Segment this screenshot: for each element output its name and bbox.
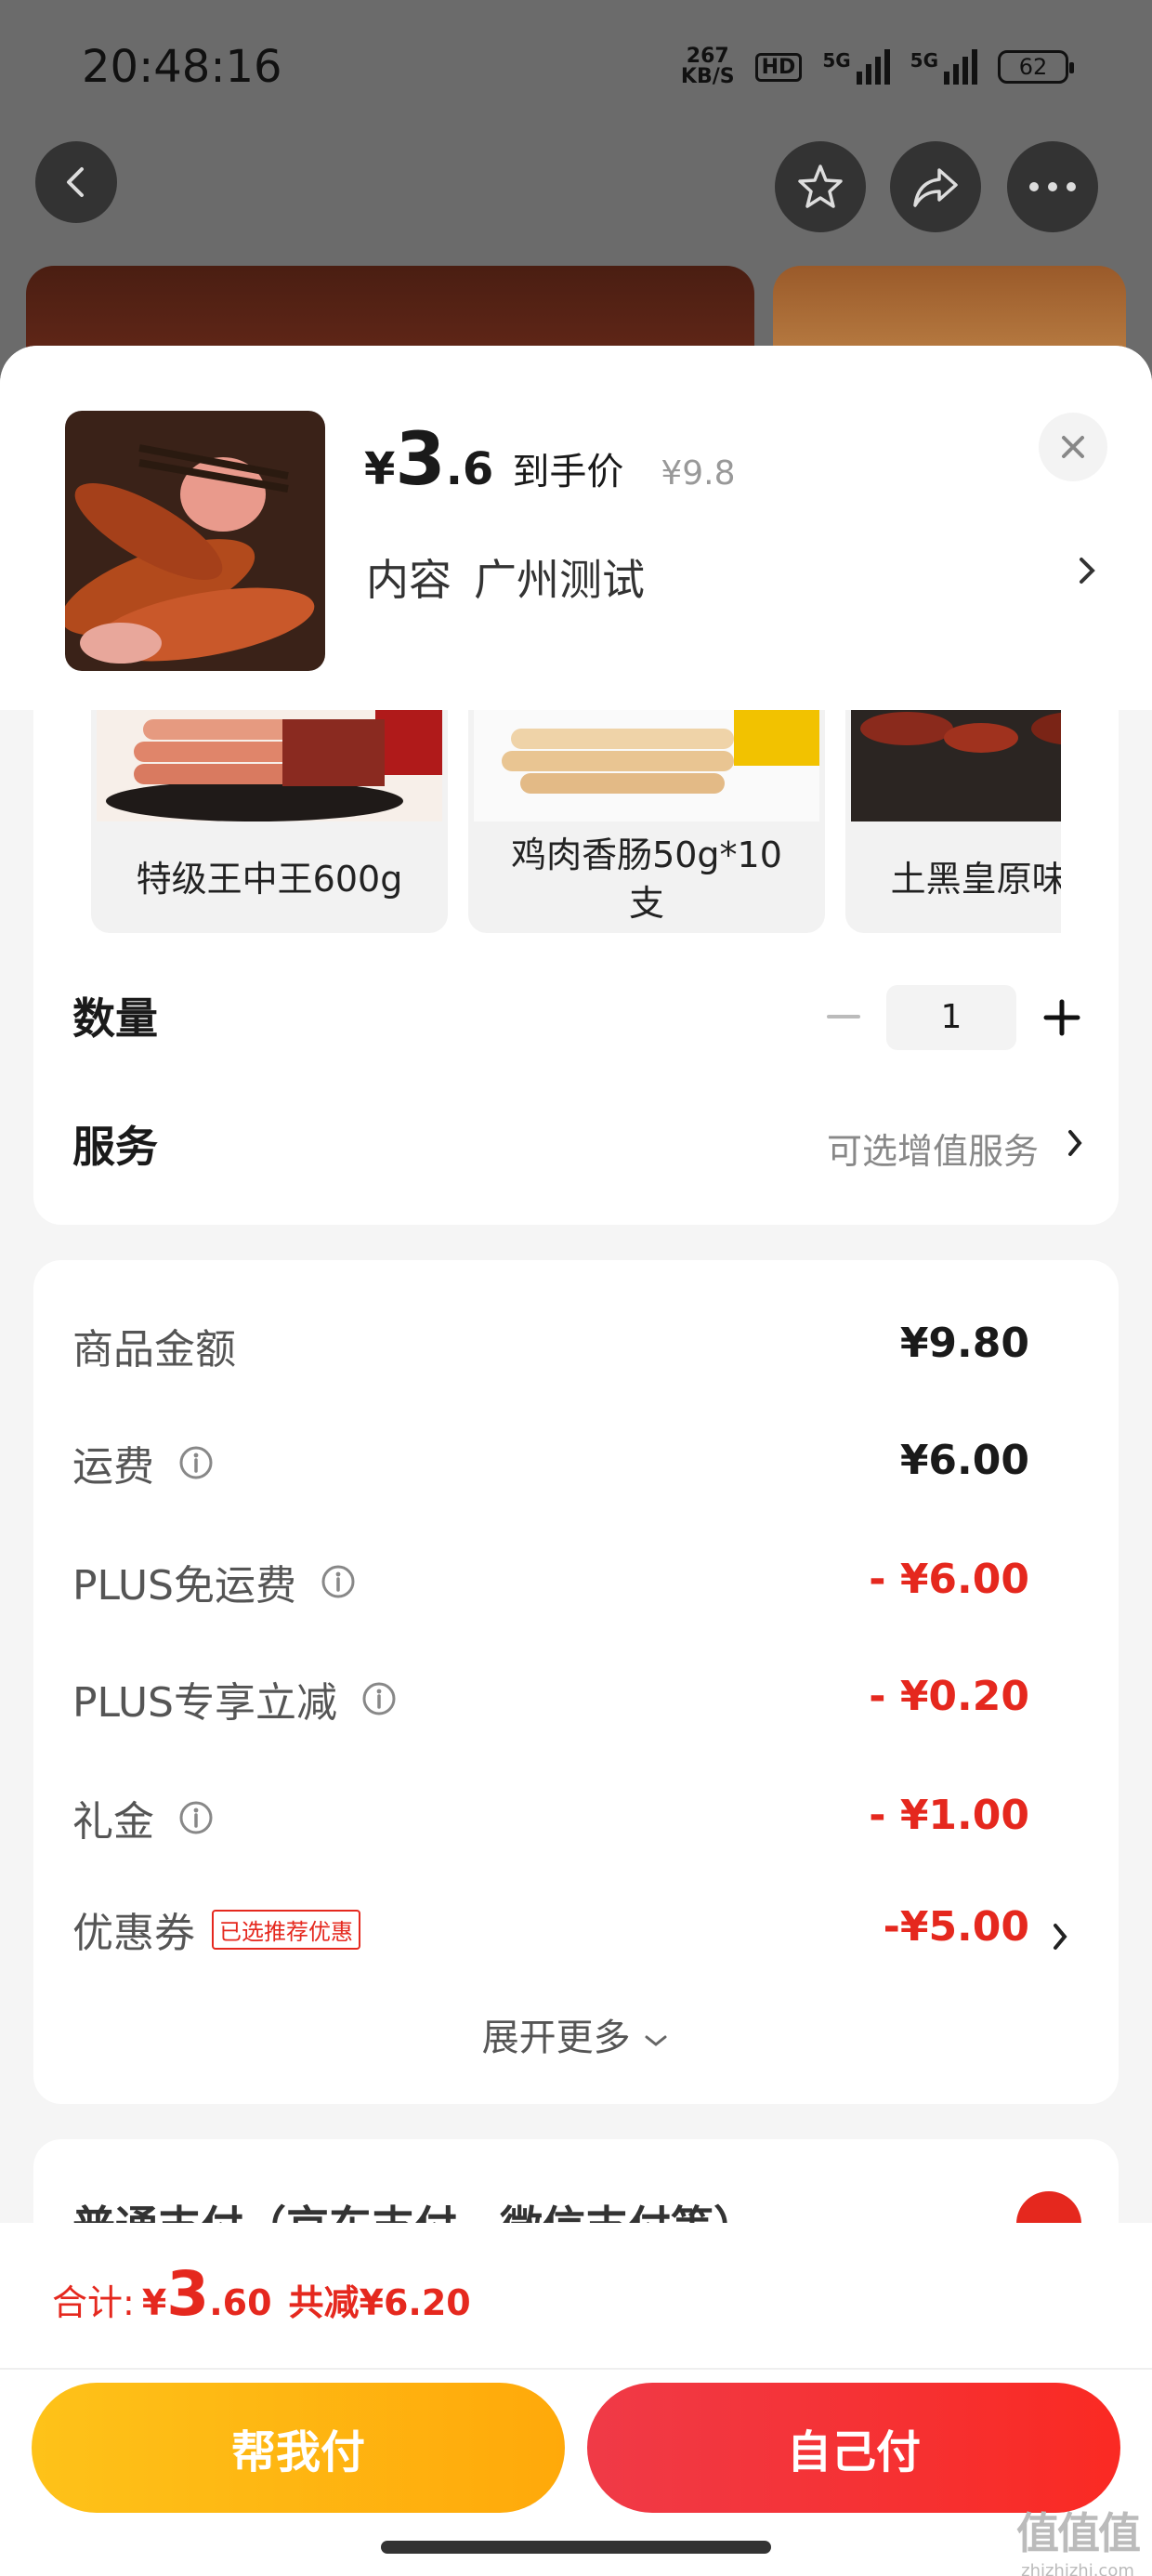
address-value: 广州测试 (474, 555, 645, 605)
fee-value: - ¥0.20 (869, 1673, 1029, 1720)
fee-value: ¥9.80 (899, 1320, 1029, 1367)
info-icon[interactable] (361, 1681, 397, 1716)
chevron-left-icon (67, 167, 84, 197)
fee-row: PLUS专享立减 - ¥0.20 (72, 1669, 1029, 1734)
chevron-down-icon (645, 2035, 667, 2046)
price-decimal: .6 (445, 443, 494, 495)
share-button[interactable] (890, 141, 981, 232)
price-tag: 到手价 (512, 451, 624, 493)
plus-icon[interactable] (1039, 994, 1085, 1041)
fee-label: 优惠券 (72, 1910, 195, 1957)
divider (0, 2368, 1152, 2370)
service-label: 服务 (72, 1122, 158, 1172)
net-speed-unit: KB/S (680, 65, 735, 88)
star-icon (798, 164, 843, 208)
watermark-logo: 值值值 (1016, 2508, 1141, 2558)
status-icons: 267 KB/S HD 5G 5G 62 (681, 46, 1074, 87)
self-pay-button[interactable]: 自己付 (587, 2383, 1120, 2513)
coupon-row[interactable]: 优惠券 已选推荐优惠 -¥5.00 (72, 1899, 1029, 1965)
more-button[interactable] (1007, 141, 1098, 232)
variant-label: 土黑皇原味360g (890, 859, 1061, 900)
fee-value: -¥5.00 (883, 1903, 1029, 1951)
original-price: ¥9.8 (661, 454, 736, 493)
fee-label: 礼金 (72, 1798, 154, 1846)
quantity-stepper[interactable]: 1 (886, 985, 1016, 1050)
fee-label: 商品金额 (72, 1326, 236, 1373)
chevron-right-icon (1068, 1130, 1082, 1156)
close-button[interactable] (1039, 413, 1107, 481)
fee-label: 运费 (72, 1443, 154, 1491)
fee-value: ¥6.00 (899, 1437, 1029, 1484)
fee-row: 商品金额 ¥9.80 (72, 1316, 1029, 1381)
service-row[interactable]: 服务 可选增值服务 (72, 1113, 1085, 1178)
back-button[interactable] (35, 141, 117, 223)
variant-image (474, 710, 819, 821)
service-hint: 可选增值服务 (826, 1131, 1039, 1172)
net-speed: 267 KB/S (681, 46, 735, 87)
price-row: ¥ 3 .6 到手价 ¥9.8 (364, 418, 735, 502)
signal-label-2: 5G (910, 49, 938, 72)
fee-row: 礼金 - ¥1.00 (72, 1788, 1029, 1853)
fee-value: - ¥6.00 (869, 1556, 1029, 1603)
total-integer: 3 (166, 2258, 210, 2330)
price-currency: ¥ (364, 443, 396, 495)
quantity-row: 数量 1 (72, 985, 1085, 1052)
battery-icon: 62 (998, 50, 1074, 84)
favorite-button[interactable] (775, 141, 866, 232)
variant-label: 鸡肉香肠50g*10支 (511, 835, 782, 924)
expand-label: 展开更多 (481, 2017, 631, 2059)
quantity-label: 数量 (72, 993, 158, 1044)
expand-more-button[interactable]: 展开更多 (0, 2007, 1152, 2061)
close-icon (1062, 436, 1084, 458)
variant-item[interactable]: 特级王中王600g (91, 710, 448, 933)
signal-label: 5G (822, 49, 851, 72)
help-pay-button[interactable]: 帮我付 (32, 2383, 565, 2513)
chevron-right-icon (1080, 558, 1095, 584)
variant-image (851, 710, 1061, 821)
fee-row: PLUS免运费 - ¥6.00 (72, 1552, 1029, 1617)
hd-icon: HD (754, 52, 803, 82)
total-currency: ¥ (141, 2282, 167, 2323)
status-bar: 20:48:16 267 KB/S HD 5G 5G 62 (0, 0, 1152, 130)
info-icon[interactable] (178, 1445, 214, 1480)
address-row[interactable]: 内容 广州测试 (366, 546, 645, 608)
price-integer: 3 (395, 418, 446, 502)
variant-image (97, 710, 442, 821)
fee-label: PLUS专享立减 (72, 1679, 337, 1727)
share-icon (913, 168, 958, 207)
watermark: 值值值 zhizhizhi.com (1013, 2500, 1143, 2576)
info-icon[interactable] (321, 1564, 356, 1599)
fee-value: - ¥1.00 (869, 1792, 1029, 1839)
address-label: 内容 (366, 555, 452, 605)
fee-row: 运费 ¥6.00 (72, 1433, 1029, 1498)
total-row: 合计: ¥ 3 .60 共减¥6.20 (52, 2258, 471, 2330)
variant-item[interactable]: 鸡肉香肠50g*10支 (468, 710, 825, 933)
net-speed-value: 267 (686, 45, 729, 68)
chevron-right-icon[interactable] (1050, 1918, 1070, 1955)
fee-label: PLUS免运费 (72, 1562, 296, 1610)
home-indicator[interactable] (381, 2541, 771, 2554)
variant-label: 特级王中王600g (136, 859, 403, 900)
signal-icon-2: 5G (910, 49, 977, 85)
product-thumbnail (65, 411, 325, 671)
signal-icon: 5G (822, 49, 890, 85)
variant-list[interactable]: 特级王中王600g 鸡肉香肠50g*10支 土黑皇原味360g (91, 710, 1061, 933)
variant-item[interactable]: 土黑皇原味360g (845, 710, 1061, 933)
watermark-text: zhizhizhi.com (1021, 2561, 1134, 2576)
more-dots-icon (1029, 182, 1076, 191)
minus-icon[interactable] (825, 998, 862, 1035)
total-discount: 共减¥6.20 (288, 2282, 471, 2323)
total-label: 合计: (52, 2282, 135, 2323)
address-arrow-button[interactable] (1076, 552, 1098, 593)
info-icon[interactable] (178, 1800, 214, 1835)
coupon-badge: 已选推荐优惠 (212, 1909, 360, 1950)
total-decimal: .60 (209, 2282, 272, 2323)
status-time: 20:48:16 (82, 41, 282, 93)
